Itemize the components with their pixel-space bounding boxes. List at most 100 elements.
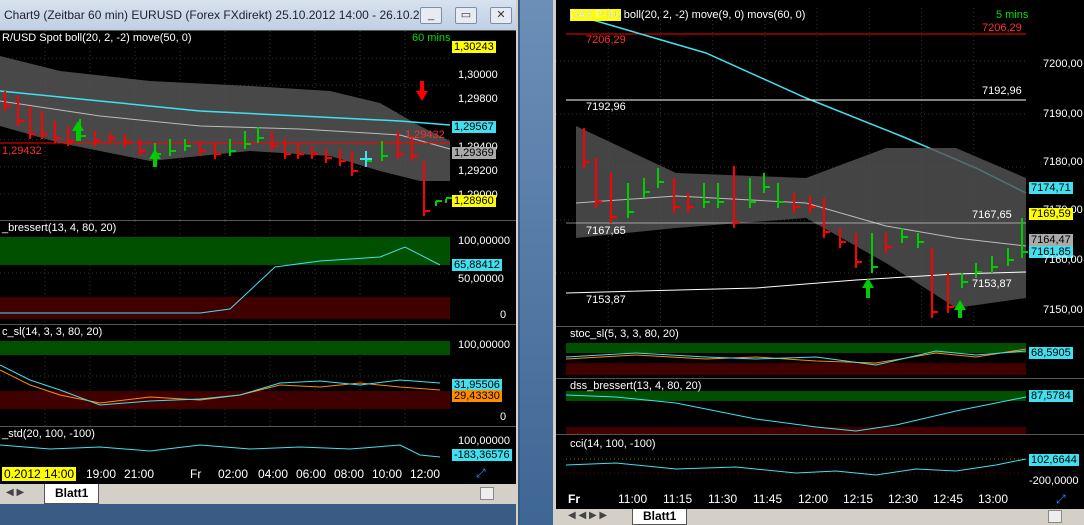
- oversold-zone: [566, 363, 1026, 375]
- time-axis-label: 21:00: [124, 467, 155, 481]
- scroll-right-button[interactable]: [1048, 510, 1062, 523]
- tab-scroll-icon[interactable]: ◀ ▶: [6, 487, 24, 498]
- hline-label-right: 7192,96: [982, 85, 1022, 97]
- time-axis-label: 08:00: [334, 467, 365, 481]
- price-pane[interactable]: R/USD Spot boll(20, 2, -2) move(50, 0) 6…: [0, 30, 516, 221]
- sell-arrow-icon: [416, 81, 428, 101]
- sheet-tab-blatt1[interactable]: Blatt1: [44, 484, 100, 504]
- dss-pane[interactable]: _bressert(13, 4, 80, 20) 100,00000 65,88…: [0, 220, 516, 325]
- timeframe-label: 5 mins: [996, 9, 1029, 21]
- red-line-label: 1,29432: [2, 145, 42, 157]
- hline-label: 7167,65: [586, 225, 626, 237]
- time-axis-label: 12:45: [933, 492, 964, 506]
- red-line-label-right: 7206,29: [982, 22, 1022, 34]
- time-axis-label: 12:00: [410, 467, 441, 481]
- minimize-button[interactable]: _: [420, 7, 442, 24]
- time-axis-label: 11:45: [753, 492, 783, 506]
- time-axis[interactable]: Fr 11:00 11:15 11:30 11:45 12:00 12:15 1…: [556, 490, 1084, 509]
- time-axis-label: 10:00: [372, 467, 403, 481]
- stochastic-signal-box: 29,43330: [452, 390, 502, 402]
- hline-label-right: 7167,65: [972, 209, 1012, 221]
- time-axis-start: 0.2012 14:00: [2, 467, 77, 481]
- cci-pane[interactable]: cci(14, 100, -100) 102,6644 -200,0000: [556, 434, 1084, 490]
- red-line-label-right: 1,29432: [405, 129, 445, 141]
- stochastic-line: [565, 350, 1027, 366]
- last-price-box: 1,28960: [452, 195, 496, 207]
- scroll-right-button[interactable]: [480, 487, 494, 500]
- time-axis-label: 12:15: [843, 492, 874, 506]
- chart-window-eurusd[interactable]: Chart9 (Zeitbar 60 min) EURUSD (Forex FX…: [0, 0, 518, 525]
- cci-line: [0, 444, 441, 458]
- price-axis-tick: 1,30000: [458, 69, 498, 81]
- stochastic-axis-tick: 0: [500, 411, 507, 423]
- sheet-tab-bar: ◀ ◀ ▶ ▶ Blatt1: [556, 509, 1084, 525]
- dss-axis-tick: 100,00000: [458, 235, 510, 247]
- stochastic-value-box: 68,5905: [1029, 347, 1073, 359]
- dss-pane-label: _bressert(13, 4, 80, 20): [2, 222, 117, 234]
- tab-scroll-icon[interactable]: ◀ ◀ ▶ ▶: [568, 510, 607, 521]
- time-axis-label: 02:00: [218, 467, 249, 481]
- buy-arrow-icon: [862, 278, 874, 298]
- price-axis-tick: 1,29800: [458, 93, 498, 105]
- price-axis-tick: 7160,00: [1043, 254, 1083, 266]
- oversold-zone: [0, 297, 450, 319]
- overbought-zone: [566, 343, 1026, 353]
- time-axis-label: 11:00: [618, 492, 648, 506]
- time-axis-label: 12:00: [798, 492, 829, 506]
- cci-value-box: 102,6644: [1029, 454, 1079, 466]
- cci-pane[interactable]: _std(20, 100, -100) 100,00000 -183,36576: [0, 426, 516, 464]
- time-axis-label: 13:00: [978, 492, 1009, 506]
- stochastic-pane[interactable]: stoc_sl(5, 3, 3, 80, 20) 68,5905: [556, 326, 1084, 378]
- timeframe-label: 60 mins: [412, 32, 451, 44]
- zoom-icon[interactable]: ⤢: [476, 466, 486, 481]
- cci-axis-tick: 100,00000: [458, 435, 510, 447]
- time-axis-label: Fr: [568, 492, 580, 506]
- zoom-icon[interactable]: ⤢: [1056, 492, 1066, 507]
- price-pane-label: R/USD Spot boll(20, 2, -2) move(50, 0): [2, 32, 192, 44]
- chart-window-dax[interactable]: DAX P-IN. DAX P-IN. boll(20, 2, -2) move…: [553, 0, 1084, 525]
- moving-average-box: 1,29567: [452, 121, 496, 133]
- last-price-box: 7169,59: [1029, 208, 1073, 220]
- time-axis-label: Fr: [190, 467, 202, 481]
- time-axis-label: 06:00: [296, 467, 327, 481]
- dss-axis-tick: 0: [500, 309, 507, 321]
- dss-value-box: 65,88412: [452, 259, 502, 271]
- stochastic-pane-label: stoc_sl(5, 3, 3, 80, 20): [570, 328, 679, 340]
- hline-label: 7192,96: [586, 101, 626, 113]
- price-axis-tick: 7150,00: [1043, 304, 1083, 316]
- bollinger-mid-box: 7164,47: [1029, 234, 1073, 246]
- cci-line: [565, 458, 1027, 476]
- dss-value-box: 87,5784: [1029, 390, 1073, 402]
- price-axis-tick: 7200,00: [1043, 58, 1083, 70]
- overbought-zone: [566, 391, 1026, 401]
- price-axis-tick: 1,29200: [458, 165, 498, 177]
- desktop-gap: [520, 0, 553, 525]
- stochastic-pane[interactable]: c_sl(14, 3, 3, 80, 20) 100,00000 31,9550…: [0, 324, 516, 427]
- time-axis-label: 11:15: [663, 492, 693, 506]
- hline-label-right: 7153,87: [972, 278, 1012, 290]
- price-pane-label-full: DAX P-IN. boll(20, 2, -2) move(9, 0) mov…: [570, 9, 806, 21]
- bollinger-mid-box: 1,29369: [452, 147, 496, 159]
- maximize-button[interactable]: ▭: [455, 7, 477, 24]
- price-chart-svg: [0, 31, 452, 221]
- time-axis[interactable]: 0.2012 14:00 19:00 21:00 Fr 02:00 04:00 …: [0, 464, 516, 484]
- bollinger-band: [0, 56, 450, 181]
- close-button[interactable]: ✕: [490, 7, 512, 24]
- dss-pane[interactable]: dss_bressert(13, 4, 80, 20) 87,5784: [556, 378, 1084, 435]
- price-axis-tick: 7180,00: [1043, 156, 1083, 168]
- bollinger-band: [576, 126, 1026, 308]
- hline-label: 7153,87: [586, 294, 626, 306]
- dss-chart-svg: [0, 221, 450, 325]
- stochastic-chart-svg: [0, 325, 450, 427]
- price-axis-tick: 7190,00: [1043, 108, 1083, 120]
- dss-pane-label: dss_bressert(13, 4, 80, 20): [570, 380, 702, 392]
- stochastic-axis-tick: 100,00000: [458, 339, 510, 351]
- ma-value-box: 7174,71: [1029, 182, 1073, 194]
- overbought-zone: [0, 341, 450, 355]
- overbought-zone: [0, 237, 450, 265]
- price-pane[interactable]: DAX P-IN. DAX P-IN. boll(20, 2, -2) move…: [556, 8, 1084, 326]
- stochastic-pane-label: c_sl(14, 3, 3, 80, 20): [2, 326, 103, 338]
- sheet-tab-blatt1[interactable]: Blatt1: [632, 509, 688, 525]
- taskbar-strip: [0, 504, 516, 525]
- time-axis-label: 04:00: [258, 467, 289, 481]
